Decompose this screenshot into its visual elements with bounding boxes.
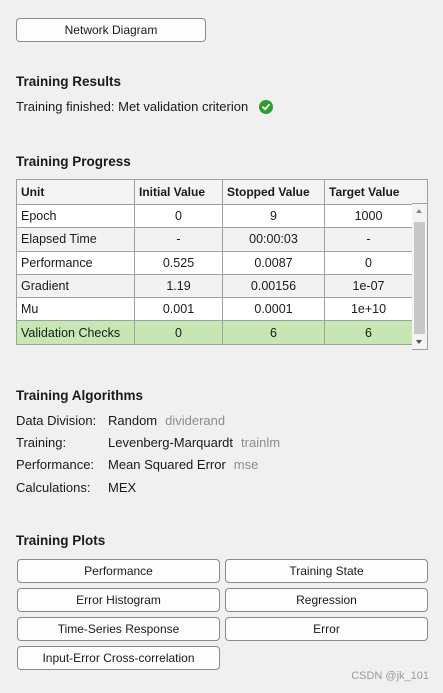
scroll-down-arrow-icon[interactable] [416, 340, 422, 344]
table-row: Performance 0.525 0.0087 0 [16, 250, 413, 275]
table-row: Epoch 0 9 1000 [16, 203, 413, 229]
table-row: Mu 0.001 0.0001 1e+10 [16, 297, 413, 322]
stopped-value-cell: 9 [222, 203, 325, 229]
column-header-stopped[interactable]: Stopped Value [222, 179, 325, 205]
initial-value-cell: 0.525 [134, 250, 223, 275]
input-error-cross-correlation-plot-button[interactable]: Input-Error Cross-correlation [17, 646, 220, 670]
scrollbar-header [412, 179, 428, 204]
unit-cell: Elapsed Time [16, 227, 135, 252]
algo-value-calculations: MEX [108, 480, 136, 495]
initial-value-cell: 0.001 [134, 297, 223, 322]
network-diagram-button[interactable]: Network Diagram [16, 18, 206, 42]
table-header-row: Unit Initial Value Stopped Value Target … [16, 179, 413, 205]
stopped-value-cell: 6 [222, 320, 325, 345]
column-header-target[interactable]: Target Value [324, 179, 413, 205]
algo-function-link[interactable]: dividerand [165, 413, 225, 428]
unit-cell: Epoch [16, 203, 135, 229]
algo-name: Random [108, 413, 158, 428]
algo-label-training: Training: [16, 435, 67, 450]
algo-value-performance: Mean Squared Error mse [108, 457, 258, 472]
scroll-up-arrow-icon[interactable] [416, 209, 422, 213]
scrollbar-thumb[interactable] [414, 222, 425, 334]
algo-value-data-division: Random dividerand [108, 413, 225, 428]
algo-label-performance: Performance: [16, 457, 95, 472]
performance-plot-button[interactable]: Performance [17, 559, 220, 583]
target-value-cell: - [324, 227, 413, 252]
training-progress-title: Training Progress [16, 154, 131, 169]
stopped-value-cell: 0.0087 [222, 250, 325, 275]
target-value-cell: 1000 [324, 203, 413, 229]
training-results-title: Training Results [16, 74, 122, 89]
stopped-value-cell: 00:00:03 [222, 227, 325, 252]
training-algorithms-title: Training Algorithms [16, 388, 144, 403]
target-value-cell: 0 [324, 250, 413, 275]
unit-cell: Validation Checks [16, 320, 135, 345]
stopped-value-cell: 0.0001 [222, 297, 325, 322]
column-header-unit[interactable]: Unit [16, 179, 135, 205]
training-plots-title: Training Plots [16, 533, 106, 548]
unit-cell: Gradient [16, 273, 135, 299]
time-series-response-plot-button[interactable]: Time-Series Response [17, 617, 220, 641]
initial-value-cell: 0 [134, 203, 223, 229]
target-value-cell: 6 [324, 320, 413, 345]
table-row: Elapsed Time - 00:00:03 - [16, 227, 413, 252]
error-plot-button[interactable]: Error [225, 617, 428, 641]
algo-name: Levenberg-Marquardt [108, 435, 234, 450]
initial-value-cell: 0 [134, 320, 223, 345]
training-progress-table: Unit Initial Value Stopped Value Target … [16, 179, 413, 345]
algo-name: MEX [108, 480, 137, 495]
algo-name: Mean Squared Error [108, 457, 226, 472]
stopped-value-cell: 0.00156 [222, 273, 325, 299]
error-histogram-plot-button[interactable]: Error Histogram [17, 588, 220, 612]
table-row: Gradient 1.19 0.00156 1e-07 [16, 273, 413, 299]
initial-value-cell: - [134, 227, 223, 252]
training-state-plot-button[interactable]: Training State [225, 559, 428, 583]
table-scrollbar[interactable] [412, 204, 428, 350]
initial-value-cell: 1.19 [134, 273, 223, 299]
column-header-initial[interactable]: Initial Value [134, 179, 223, 205]
algo-value-training: Levenberg-Marquardt trainlm [108, 435, 280, 450]
algo-function-link[interactable]: trainlm [241, 435, 280, 450]
watermark: CSDN @jk_101 [351, 670, 429, 682]
algo-function-link[interactable]: mse [234, 457, 259, 472]
target-value-cell: 1e+10 [324, 297, 413, 322]
target-value-cell: 1e-07 [324, 273, 413, 299]
regression-plot-button[interactable]: Regression [225, 588, 428, 612]
training-status-text: Training finished: Met validation criter… [16, 99, 249, 114]
check-circle-icon [259, 100, 273, 114]
table-row-highlighted: Validation Checks 0 6 6 [16, 320, 413, 345]
algo-label-calculations: Calculations: [16, 480, 91, 495]
algo-label-data-division: Data Division: [16, 413, 97, 428]
unit-cell: Mu [16, 297, 135, 322]
unit-cell: Performance [16, 250, 135, 275]
